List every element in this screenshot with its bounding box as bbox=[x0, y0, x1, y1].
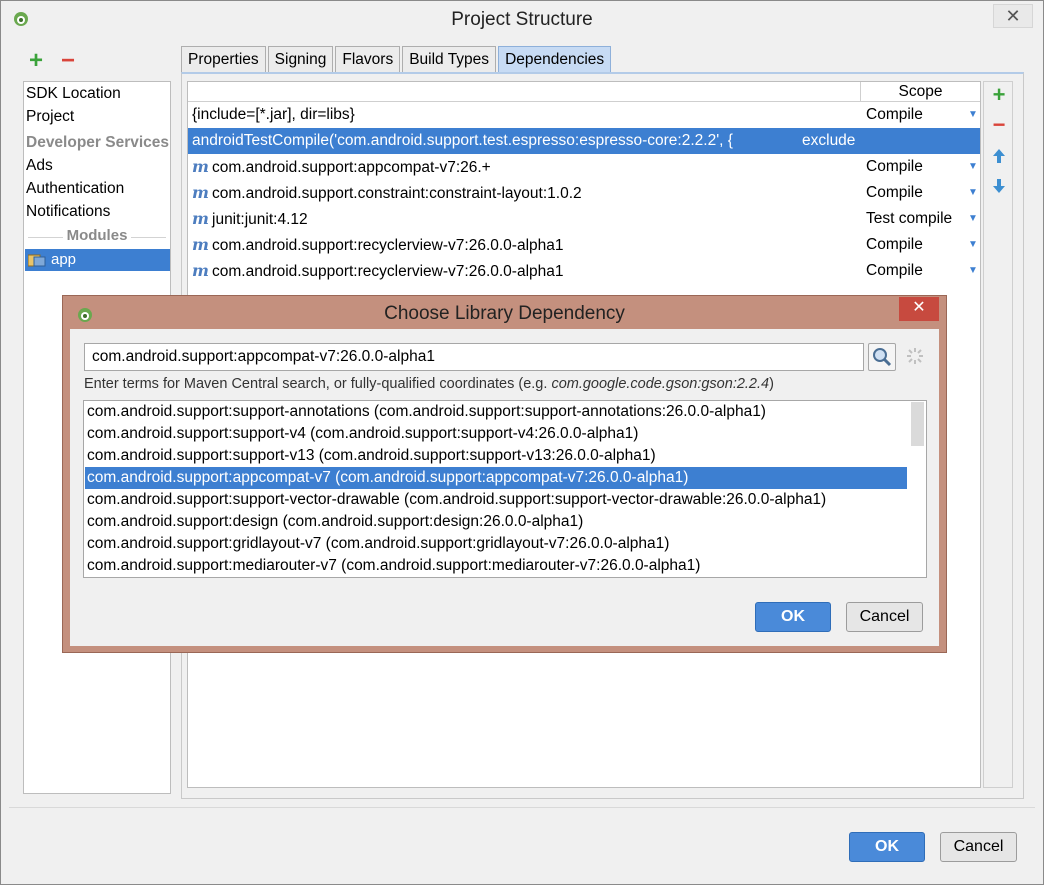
dependency-label: androidTestCompile('com.android.support.… bbox=[192, 132, 733, 149]
list-item[interactable]: com.android.support:support-annotations … bbox=[85, 401, 907, 423]
tab-properties[interactable]: Properties bbox=[181, 46, 266, 72]
table-row[interactable]: {include=[*.jar], dir=libs} Compile ▼ bbox=[188, 102, 980, 128]
sidebar-item-project[interactable]: Project bbox=[26, 106, 74, 128]
sidebar-item-app[interactable]: app bbox=[25, 249, 170, 271]
maven-library-icon: m bbox=[192, 209, 209, 228]
dependency-label: com.android.support.constraint:constrain… bbox=[212, 185, 582, 202]
dependency-name: m com.android.support:recyclerview-v7:26.… bbox=[192, 232, 564, 259]
dialog-cancel-button[interactable]: Cancel bbox=[846, 602, 923, 632]
modules-label: Modules bbox=[62, 227, 132, 244]
hint-suffix: ) bbox=[769, 376, 774, 392]
chevron-down-icon[interactable]: ▼ bbox=[968, 206, 978, 232]
dialog-body: Enter terms for Maven Central search, or… bbox=[70, 329, 939, 646]
tab-build-types[interactable]: Build Types bbox=[402, 46, 497, 72]
add-module-icon[interactable]: + bbox=[29, 47, 43, 75]
sidebar-item-ads[interactable]: Ads bbox=[26, 155, 53, 177]
sidebar-section-modules: Modules bbox=[24, 227, 170, 244]
module-folder-icon bbox=[28, 254, 46, 267]
search-icon bbox=[873, 348, 892, 367]
list-item[interactable]: com.android.support:support-v13 (com.and… bbox=[85, 445, 907, 467]
move-down-icon[interactable] bbox=[988, 178, 1010, 199]
maven-library-icon: m bbox=[192, 183, 209, 202]
dependency-label: com.android.support:appcompat-v7:26.+ bbox=[212, 159, 491, 176]
maven-library-icon: m bbox=[192, 157, 209, 176]
dependency-name: androidTestCompile('com.android.support.… bbox=[192, 128, 733, 154]
dependency-extra: exclude bbox=[802, 132, 856, 149]
hint-example: com.google.code.gson:gson:2.2.4 bbox=[551, 376, 770, 392]
tab-signing[interactable]: Signing bbox=[267, 46, 334, 72]
dialog-ok-button[interactable]: OK bbox=[755, 602, 831, 632]
dependency-label: junit:junit:4.12 bbox=[212, 211, 308, 228]
list-item[interactable]: com.android.support:support-v4 (com.andr… bbox=[85, 423, 907, 445]
list-item[interactable]: com.android.support:appcompat-v7 (com.an… bbox=[85, 467, 907, 489]
sidebar-item-notifications[interactable]: Notifications bbox=[26, 201, 110, 223]
scope-dropdown[interactable]: Test compile bbox=[866, 206, 952, 232]
bottom-divider bbox=[9, 807, 1035, 808]
table-row[interactable]: m com.android.support:recyclerview-v7:26.… bbox=[188, 258, 980, 284]
table-row[interactable]: m com.android.support:appcompat-v7:26.+ Co… bbox=[188, 154, 980, 180]
titlebar: Project Structure ✕ bbox=[1, 1, 1043, 39]
table-row[interactable]: androidTestCompile('com.android.support.… bbox=[188, 128, 980, 154]
scope-dropdown[interactable]: Compile bbox=[866, 102, 923, 128]
chevron-down-icon[interactable]: ▼ bbox=[968, 180, 978, 206]
chevron-down-icon[interactable]: ▼ bbox=[968, 154, 978, 180]
sidebar-section-developer-services: Developer Services bbox=[26, 134, 170, 151]
dependency-name: {include=[*.jar], dir=libs} bbox=[192, 102, 355, 128]
table-row[interactable]: m com.android.support:recyclerview-v7:26.… bbox=[188, 232, 980, 258]
scope-dropdown[interactable]: Compile bbox=[866, 258, 923, 284]
search-button[interactable] bbox=[868, 343, 896, 371]
list-item[interactable]: com.android.support:mediarouter-v7 (com.… bbox=[85, 555, 907, 577]
chevron-down-icon[interactable]: ▼ bbox=[968, 102, 978, 128]
scope-dropdown[interactable]: Compile bbox=[866, 180, 923, 206]
remove-module-icon[interactable]: − bbox=[61, 47, 75, 75]
remove-dependency-icon[interactable]: − bbox=[988, 112, 1010, 138]
module-name: app bbox=[51, 251, 77, 268]
tab-dependencies[interactable]: Dependencies bbox=[498, 46, 612, 72]
loading-spinner-icon bbox=[906, 347, 926, 367]
library-search-input[interactable] bbox=[84, 343, 864, 371]
dialog-close-button[interactable]: ✕ bbox=[899, 297, 939, 321]
scope-dropdown[interactable]: Compile bbox=[866, 232, 923, 258]
dependency-name: m junit:junit:4.12 bbox=[192, 206, 308, 233]
dependency-name: m com.android.support:appcompat-v7:26.+ bbox=[192, 154, 491, 181]
ok-button[interactable]: OK bbox=[849, 832, 925, 862]
move-up-icon[interactable] bbox=[988, 148, 1010, 169]
table-row[interactable]: m com.android.support.constraint:constrai… bbox=[188, 180, 980, 206]
choose-library-dialog: Choose Library Dependency ✕ Enter terms … bbox=[62, 295, 947, 653]
tab-bar: Properties Signing Flavors Build Types D… bbox=[181, 46, 613, 72]
list-item[interactable]: com.android.support:design (com.android.… bbox=[85, 511, 907, 533]
search-results-list: com.android.support:support-annotations … bbox=[83, 400, 927, 578]
maven-library-icon: m bbox=[192, 261, 209, 280]
window-title: Project Structure bbox=[451, 9, 593, 30]
dialog-title: Choose Library Dependency bbox=[384, 303, 625, 324]
scope-dropdown[interactable]: Compile bbox=[866, 154, 923, 180]
scope-column-header[interactable]: Scope bbox=[860, 82, 980, 102]
add-dependency-icon[interactable]: + bbox=[988, 82, 1010, 108]
table-row[interactable]: m junit:junit:4.12 Test compile ▼ bbox=[188, 206, 980, 232]
sidebar-item-sdk-location[interactable]: SDK Location bbox=[26, 83, 121, 105]
dependency-toolbar: + − bbox=[983, 81, 1013, 788]
dependency-label: {include=[*.jar], dir=libs} bbox=[192, 106, 355, 123]
list-item[interactable]: com.android.support:gridlayout-v7 (com.a… bbox=[85, 533, 907, 555]
results-scrollbar[interactable] bbox=[911, 402, 924, 446]
maven-library-icon: m bbox=[192, 235, 209, 254]
list-item[interactable]: com.android.support:support-vector-drawa… bbox=[85, 489, 907, 511]
dependency-name: m com.android.support.constraint:constrai… bbox=[192, 180, 582, 207]
table-header: Scope bbox=[188, 82, 980, 102]
hint-text: Enter terms for Maven Central search, or… bbox=[84, 376, 552, 392]
dependency-name: m com.android.support:recyclerview-v7:26.… bbox=[192, 258, 564, 285]
cancel-button[interactable]: Cancel bbox=[940, 832, 1017, 862]
window-close-button[interactable]: ✕ bbox=[993, 4, 1033, 28]
chevron-down-icon[interactable]: ▼ bbox=[968, 232, 978, 258]
sidebar-item-authentication[interactable]: Authentication bbox=[26, 178, 124, 200]
search-hint: Enter terms for Maven Central search, or… bbox=[84, 376, 774, 392]
dependency-label: com.android.support:recyclerview-v7:26.0… bbox=[212, 263, 564, 280]
dependency-label: com.android.support:recyclerview-v7:26.0… bbox=[212, 237, 564, 254]
chevron-down-icon[interactable]: ▼ bbox=[968, 258, 978, 284]
tab-flavors[interactable]: Flavors bbox=[335, 46, 401, 72]
